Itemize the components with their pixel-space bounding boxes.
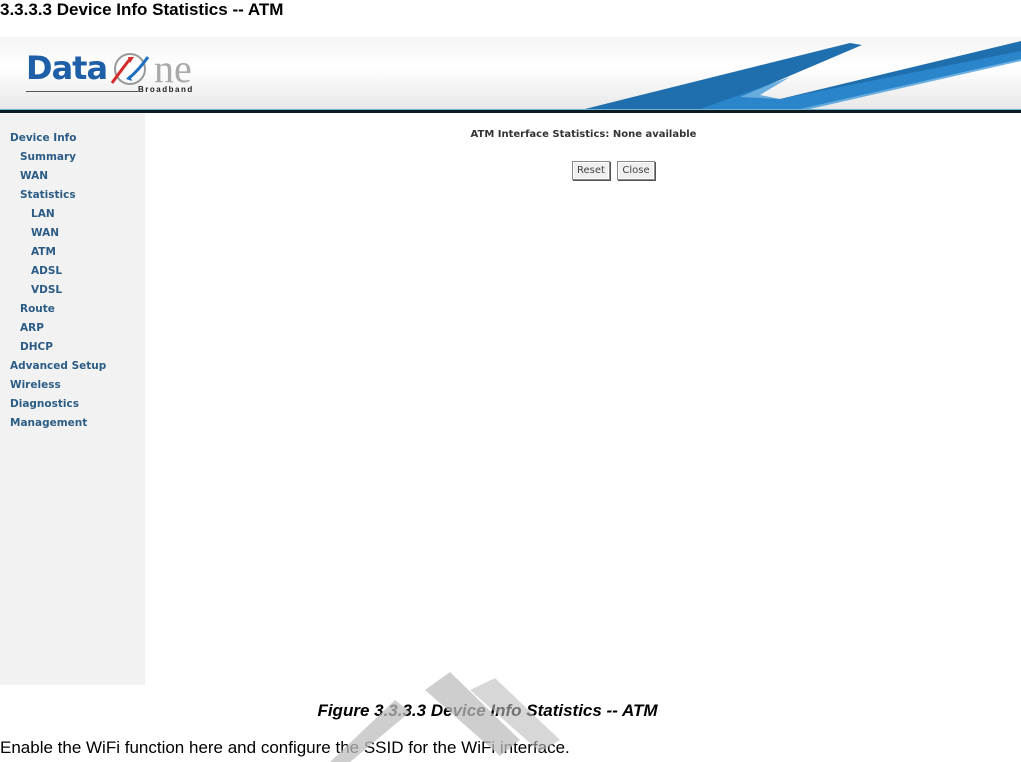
logo-arrows-icon (110, 56, 150, 84)
figure-caption: Figure 3.3.3.3 Device Info Statistics --… (317, 701, 658, 720)
sidebar-item-stats-wan[interactable]: WAN (31, 227, 59, 239)
sidebar-item-statistics[interactable]: Statistics (20, 189, 76, 201)
sidebar-item-arp[interactable]: ARP (20, 322, 44, 334)
sidebar-item-stats-vdsl[interactable]: VDSL (31, 284, 62, 296)
logo-rule (26, 91, 138, 92)
router-ui-screenshot: Data ne Broadband Device Info Summary WA… (0, 37, 1021, 685)
sidebar-item-stats-atm[interactable]: ATM (31, 246, 56, 258)
sidebar-item-diagnostics[interactable]: Diagnostics (10, 398, 79, 410)
sidebar-item-summary[interactable]: Summary (20, 151, 76, 163)
banner-divider (0, 109, 1021, 113)
close-button[interactable]: Close (617, 161, 655, 180)
button-row: Reset Close (572, 160, 658, 180)
sidebar-item-wireless[interactable]: Wireless (10, 379, 61, 391)
sidebar-item-management[interactable]: Management (10, 417, 87, 429)
atm-stats-message: ATM Interface Statistics: None available (470, 129, 697, 140)
sidebar-item-stats-adsl[interactable]: ADSL (31, 265, 62, 277)
dataone-logo: Data ne Broadband (26, 46, 192, 94)
sidebar-item-wan[interactable]: WAN (20, 170, 48, 182)
body-paragraph: Enable the WiFi function here and config… (0, 738, 570, 757)
header-banner: Data ne Broadband (0, 37, 1021, 113)
sidebar-nav: Device Info Summary WAN Statistics LAN W… (0, 114, 145, 685)
section-heading: 3.3.3.3 Device Info Statistics -- ATM (0, 0, 284, 19)
sidebar-item-dhcp[interactable]: DHCP (20, 341, 53, 353)
logo-tagline: Broadband (138, 85, 194, 94)
sidebar-item-advanced-setup[interactable]: Advanced Setup (10, 360, 106, 372)
reset-button[interactable]: Reset (572, 161, 610, 180)
sidebar-item-route[interactable]: Route (20, 303, 55, 315)
sidebar-item-stats-lan[interactable]: LAN (31, 208, 55, 220)
logo-data-text: Data (26, 49, 108, 87)
sidebar-item-device-info[interactable]: Device Info (10, 132, 76, 144)
